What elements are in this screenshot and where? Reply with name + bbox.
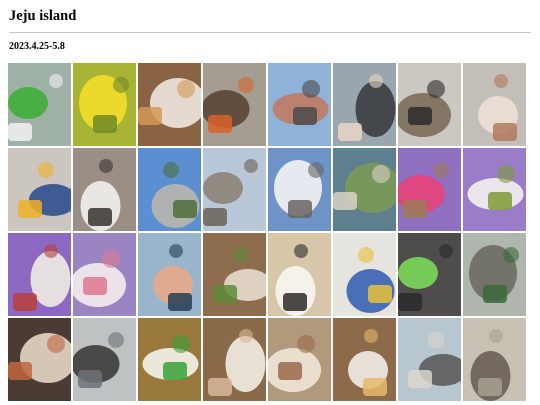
photo-image	[73, 148, 136, 231]
photo-image	[268, 318, 331, 401]
photo-image	[398, 148, 461, 231]
photo-image	[138, 318, 201, 401]
photo-image	[333, 63, 396, 146]
photo-thumbnail[interactable]: ground with flower petals	[463, 318, 526, 401]
album-title: Jeju island	[9, 8, 77, 24]
photo-image	[333, 318, 396, 401]
photo-thumbnail[interactable]: view from inside car	[73, 318, 136, 401]
photo-image	[203, 148, 266, 231]
photo-thumbnail[interactable]: green pasta on white plate	[463, 148, 526, 231]
photo-image	[73, 63, 136, 146]
photo-grid: hand holding green shopping bagpile of y…	[8, 63, 528, 403]
photo-image	[463, 318, 526, 401]
photo-image	[268, 63, 331, 146]
photo-thumbnail[interactable]: storefront with plants	[333, 148, 396, 231]
photo-thumbnail[interactable]: bowl of rice and side dishes	[203, 318, 266, 401]
photo-thumbnail[interactable]: laptop by the window	[398, 318, 461, 401]
photo-thumbnail[interactable]: milk bottle with green cap	[138, 318, 201, 401]
photo-image	[138, 63, 201, 146]
photo-thumbnail[interactable]: pizza in box	[268, 318, 331, 401]
photo-thumbnail[interactable]: snack bag on white table	[333, 233, 396, 316]
photo-thumbnail[interactable]: street at dusk with people	[203, 148, 266, 231]
photo-image	[73, 318, 136, 401]
photo-thumbnail[interactable]: toast and coffee on wooden table	[138, 63, 201, 146]
photo-image	[8, 63, 71, 146]
photo-thumbnail[interactable]: white van parked on street	[268, 148, 331, 231]
photo-thumbnail[interactable]: happy birthday drawing card	[268, 233, 331, 316]
photo-image	[8, 233, 71, 316]
photo-image	[463, 233, 526, 316]
photo-image	[138, 148, 201, 231]
photo-thumbnail[interactable]: citrus fruits in blue bowl	[8, 148, 71, 231]
photo-image	[203, 318, 266, 401]
photo-image	[463, 148, 526, 231]
photo-thumbnail[interactable]: cup of coffee on counter	[73, 148, 136, 231]
photo-thumbnail[interactable]: coffee and cake on table	[333, 318, 396, 401]
photo-image	[398, 233, 461, 316]
photo-thumbnail[interactable]: fruit dessert on purple table	[8, 233, 71, 316]
photo-image	[8, 318, 71, 401]
photo-image	[268, 233, 331, 316]
photo-thumbnail[interactable]: two people at cafe table	[333, 63, 396, 146]
photo-thumbnail[interactable]: heart shaped dessert plate	[73, 233, 136, 316]
album-dates: 2023.4.25-5.8	[9, 41, 65, 52]
photo-thumbnail[interactable]: group meal with many dishes	[8, 318, 71, 401]
photo-image	[268, 148, 331, 231]
photo-image	[138, 233, 201, 316]
photo-image	[333, 233, 396, 316]
photo-image	[398, 318, 461, 401]
photo-image	[398, 63, 461, 146]
photo-thumbnail[interactable]: street with person and buildings	[268, 63, 331, 146]
photo-image	[203, 63, 266, 146]
photo-thumbnail[interactable]: dessert plate on table	[463, 63, 526, 146]
photo-thumbnail[interactable]: kitchen counter with appliances	[398, 63, 461, 146]
photo-thumbnail[interactable]: outdoor cafe with tree	[463, 233, 526, 316]
photo-thumbnail[interactable]: house with stone wall	[138, 148, 201, 231]
photo-thumbnail[interactable]: sunset over the sea	[138, 233, 201, 316]
photo-image	[73, 233, 136, 316]
photo-thumbnail[interactable]: person in green at desk	[398, 233, 461, 316]
photo-thumbnail[interactable]: bowl of noodles with carrots	[203, 63, 266, 146]
photo-image	[8, 148, 71, 231]
photo-thumbnail[interactable]: table with many side dishes	[203, 233, 266, 316]
title-divider	[9, 32, 531, 33]
photo-image	[203, 233, 266, 316]
photo-thumbnail[interactable]: hand holding green shopping bag	[8, 63, 71, 146]
photo-image	[463, 63, 526, 146]
photo-thumbnail[interactable]: pink drink on tray	[398, 148, 461, 231]
photo-thumbnail[interactable]: pile of yellow lemons	[73, 63, 136, 146]
photo-image	[333, 148, 396, 231]
